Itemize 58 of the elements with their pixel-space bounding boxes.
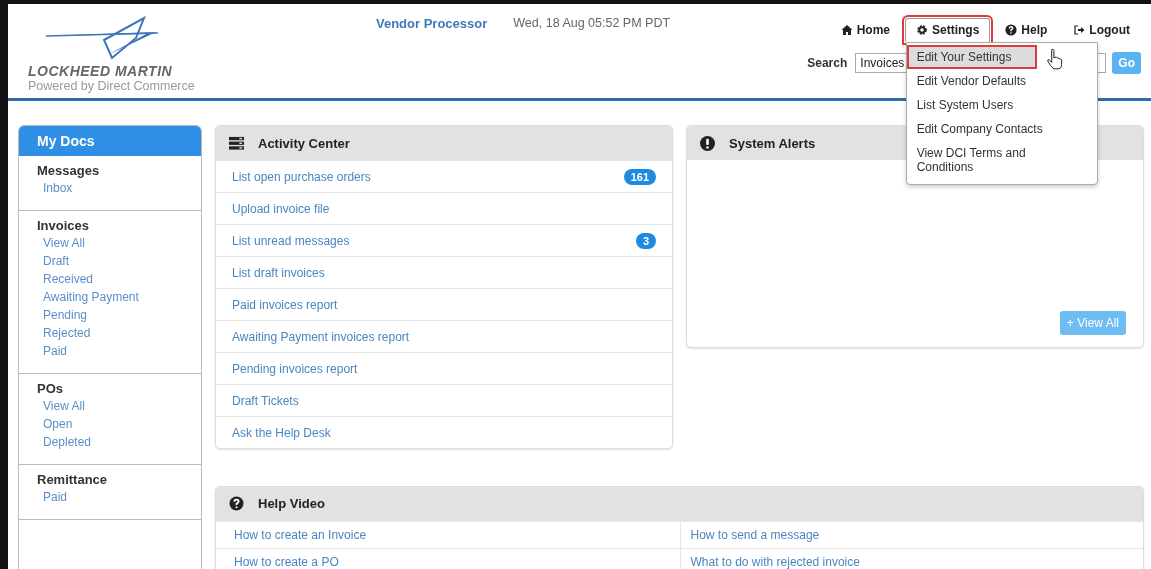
section-heading: Invoices	[37, 218, 91, 233]
panel-title: System Alerts	[729, 135, 816, 151]
view-all-button[interactable]: + View All	[1059, 311, 1126, 335]
help-icon	[229, 496, 244, 511]
help-icon	[1005, 24, 1018, 36]
count-badge: 3	[635, 232, 656, 249]
tagline: Powered by Direct Commerce	[28, 79, 196, 93]
home-icon	[840, 24, 853, 36]
panel-title: Help Video	[258, 496, 325, 511]
sidebar-title: My Docs	[19, 126, 201, 156]
gear-icon	[916, 24, 928, 36]
activity-link[interactable]: List open purchase orders	[232, 169, 371, 184]
brand-name: LOCKHEED MARTIN	[28, 63, 174, 79]
server-stack-icon	[229, 135, 244, 151]
activity-link[interactable]: Upload invoice file	[232, 201, 330, 216]
sidebar-link[interactable]: Received	[37, 269, 183, 289]
activity-link[interactable]: List unread messages	[232, 233, 350, 248]
activity-link[interactable]: Awaiting Payment invoices report	[232, 329, 410, 344]
app-title: Vendor Processor	[376, 16, 488, 31]
menu-item[interactable]: Edit Company Contacts	[906, 117, 1097, 141]
date-time: Wed, 18 Aug 05:52 PM PDT	[513, 16, 671, 30]
sidebar-link[interactable]: View All	[37, 233, 183, 253]
nav-link[interactable]: Logout	[1062, 18, 1141, 42]
section-heading: Messages	[37, 163, 101, 178]
menu-item[interactable]: View DCI Terms and Conditions	[906, 141, 1097, 179]
section-heading: POs	[37, 381, 64, 396]
nav-link[interactable]: Home	[829, 18, 901, 42]
sidebar-link[interactable]: Depleted	[37, 432, 183, 452]
sidebar-link[interactable]: Open	[37, 414, 183, 434]
count-badge: 161	[623, 168, 656, 185]
video-link[interactable]: How to send a message	[690, 527, 820, 542]
exclamation-icon	[700, 135, 715, 151]
hand-cursor-icon	[1045, 48, 1064, 70]
video-link[interactable]: What to do with rejected invoice	[690, 554, 860, 569]
panel-title: Activity Center	[258, 135, 350, 151]
nav-link[interactable]: Help	[994, 18, 1059, 42]
sidebar-link[interactable]: Paid	[37, 487, 183, 507]
sidebar-link[interactable]: Inbox	[37, 178, 183, 198]
menu-item[interactable]: List System Users	[906, 93, 1097, 117]
activity-link[interactable]: Draft Tickets	[232, 393, 299, 408]
sidebar-link[interactable]: Awaiting Payment	[37, 287, 183, 307]
activity-link[interactable]: List draft invoices	[232, 265, 325, 280]
activity-link[interactable]: Pending invoices report	[232, 361, 358, 376]
logout-icon	[1073, 24, 1086, 36]
activity-link[interactable]: Paid invoices report	[232, 297, 338, 312]
sidebar-link[interactable]: Paid	[37, 341, 183, 361]
go-button[interactable]: Go	[1112, 52, 1141, 74]
video-link[interactable]: How to create an Invoice	[234, 527, 367, 542]
activity-link[interactable]: Ask the Help Desk	[232, 425, 331, 440]
sidebar-link[interactable]: Pending	[37, 305, 183, 325]
search-label: Search	[807, 56, 848, 70]
sidebar-link[interactable]: View All	[37, 396, 183, 416]
nav-link[interactable]: Settings	[905, 18, 991, 42]
menu-item[interactable]: Edit Your Settings	[906, 45, 1037, 69]
sidebar-link[interactable]: Draft	[37, 251, 183, 271]
section-heading: Remittance	[37, 472, 109, 487]
video-link[interactable]: How to create a PO	[234, 554, 339, 569]
sidebar-link[interactable]: Rejected	[37, 323, 183, 343]
